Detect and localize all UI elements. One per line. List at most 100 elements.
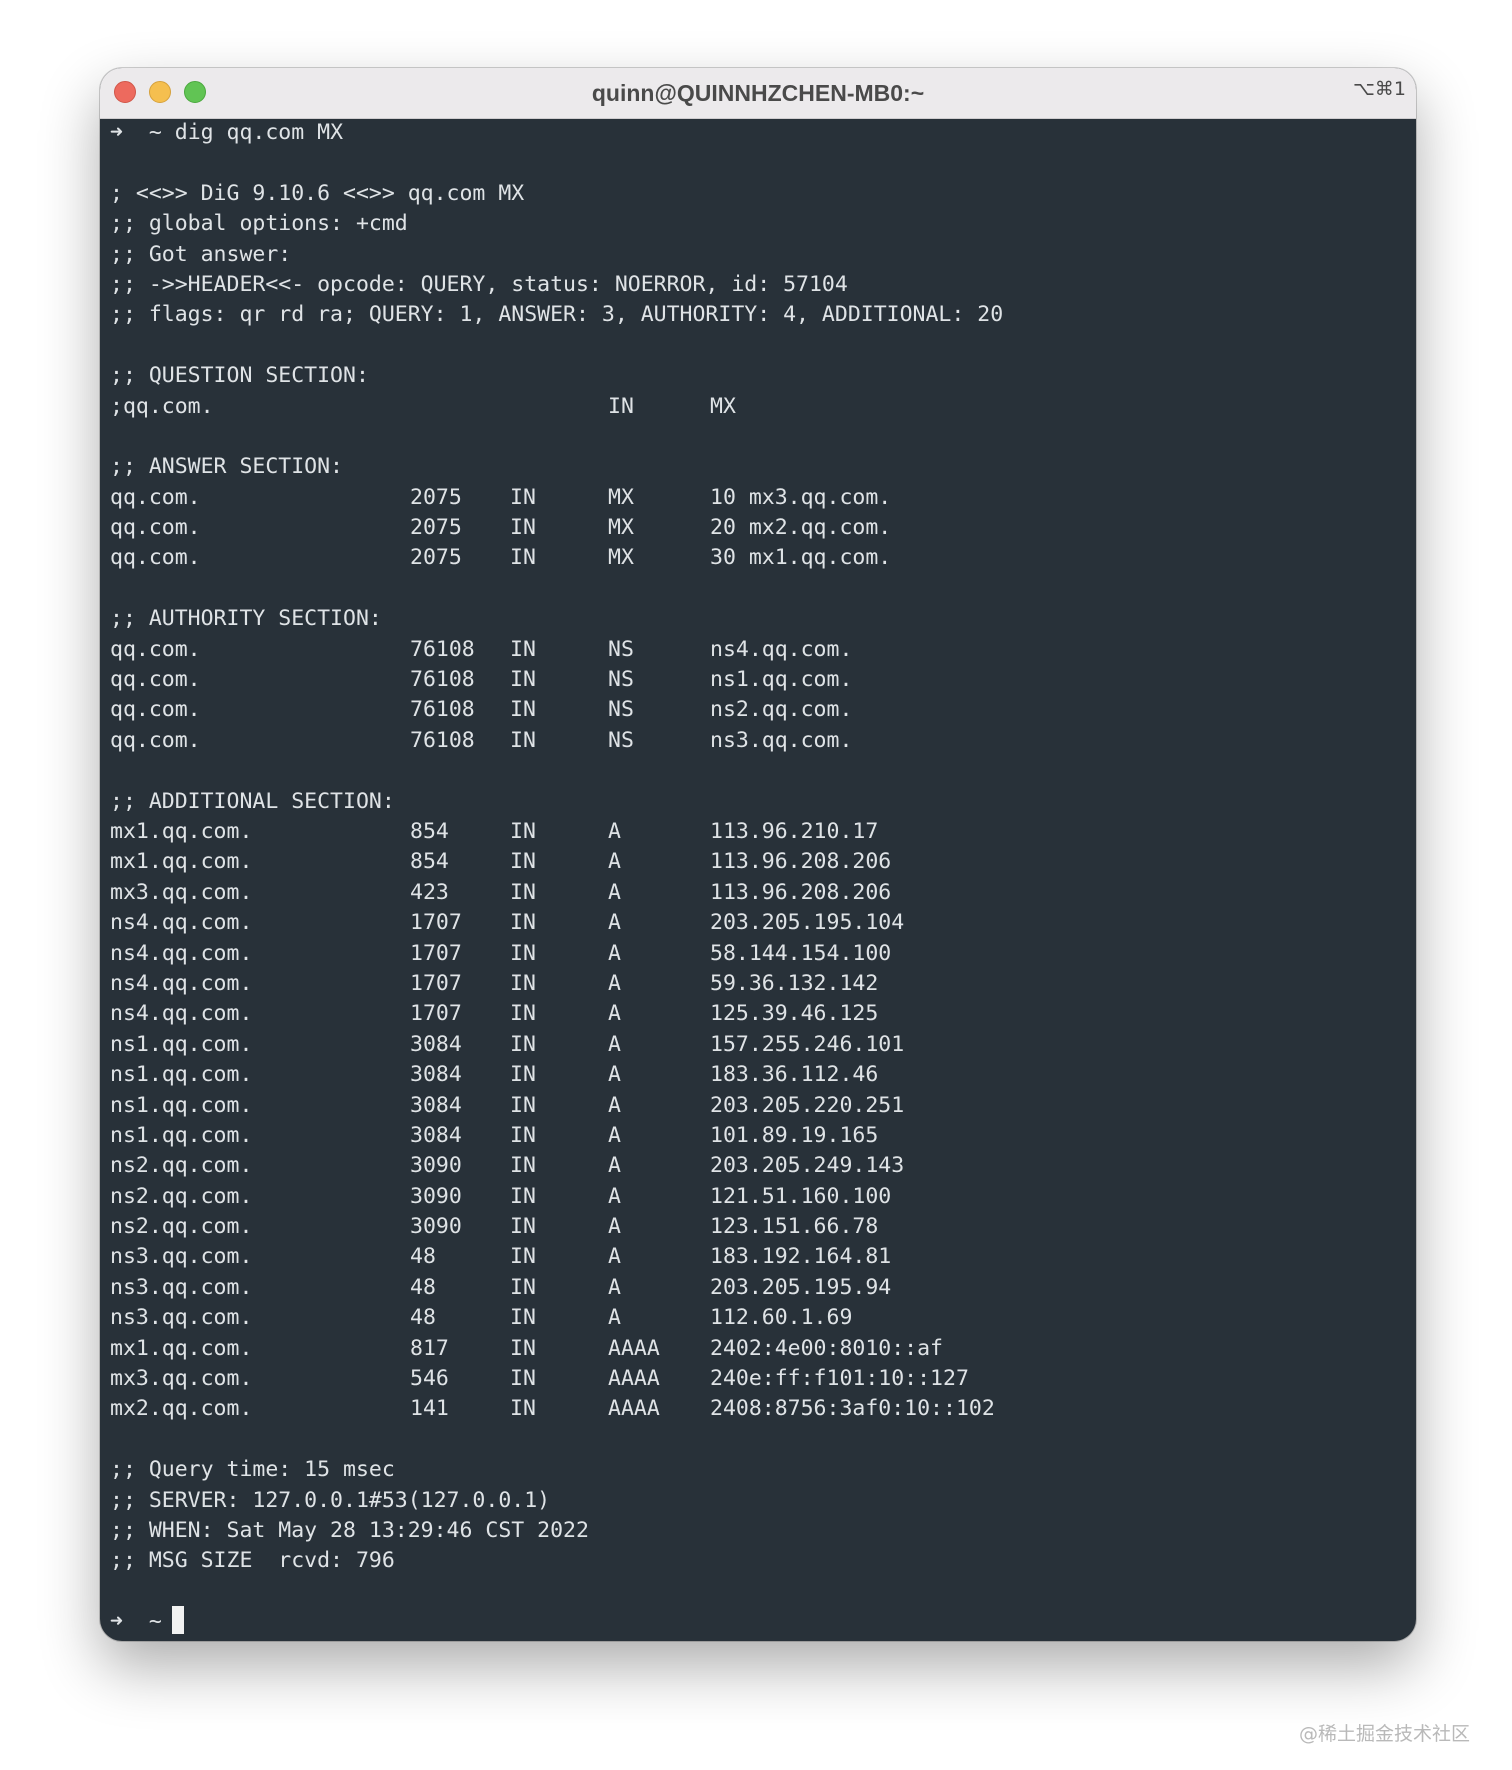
record-ttl: 3090: [410, 1214, 462, 1240]
record-ttl: 423: [410, 879, 449, 905]
record-type: A: [608, 1183, 621, 1209]
record-row: ns3.qq.com. 48 IN A 203.205.195.94: [110, 1273, 1406, 1303]
command-line: ➜ ~ dig qq.com MX: [110, 118, 1406, 148]
record-type: MX: [608, 545, 634, 571]
record-ttl: 2075: [410, 515, 462, 541]
record-name: ns3.qq.com.: [110, 1274, 253, 1300]
record-name: qq.com.: [110, 545, 201, 571]
record-name: ns1.qq.com.: [110, 1122, 253, 1148]
record-type: A: [608, 970, 621, 996]
footer-line: ;; SERVER: 127.0.0.1#53(127.0.0.1): [110, 1487, 551, 1513]
record-name: mx2.qq.com.: [110, 1396, 253, 1422]
record-class: IN: [510, 940, 536, 966]
record-ttl: 3084: [410, 1062, 462, 1088]
footer-line: ;; Query time: 15 msec: [110, 1457, 395, 1483]
record-name: qq.com.: [110, 636, 201, 662]
record-row: qq.com. 2075 IN MX 10 mx3.qq.com.: [110, 483, 1406, 513]
record-class: IN: [510, 1122, 536, 1148]
record-class: IN: [510, 484, 536, 510]
record-row: qq.com. 76108 IN NS ns3.qq.com.: [110, 726, 1406, 756]
record-ttl: 76108: [410, 727, 475, 753]
record-type: A: [608, 1122, 621, 1148]
record-ttl: 3090: [410, 1153, 462, 1179]
record-data: 203.205.220.251: [710, 1092, 905, 1118]
record-row: ns2.qq.com. 3090 IN A 123.151.66.78: [110, 1212, 1406, 1242]
record-ttl: 1707: [410, 1001, 462, 1027]
record-class: IN: [510, 1092, 536, 1118]
footer-line: ;; MSG SIZE rcvd: 796: [110, 1548, 395, 1574]
record-data: 2408:8756:3af0:10::102: [710, 1396, 995, 1422]
record-ttl: 1707: [410, 910, 462, 936]
header-line: ;; global options: +cmd: [110, 211, 408, 237]
record-name: mx1.qq.com.: [110, 818, 253, 844]
authority-records: qq.com. 76108 IN NS ns4.qq.com. qq.com. 76108 I…: [110, 635, 1406, 757]
record-name: ns4.qq.com.: [110, 1001, 253, 1027]
record-row: qq.com. 76108 IN NS ns4.qq.com.: [110, 635, 1406, 665]
record-name: mx3.qq.com.: [110, 879, 253, 905]
record-ttl: 854: [410, 818, 449, 844]
record-name: ns1.qq.com.: [110, 1062, 253, 1088]
record-class: IN: [510, 1305, 536, 1331]
watermark: @稀土掘金技术社区: [1298, 1723, 1470, 1745]
record-ttl: 817: [410, 1335, 449, 1361]
record-class: IN: [510, 1274, 536, 1300]
record-class: IN: [510, 1214, 536, 1240]
record-name: ns1.qq.com.: [110, 1092, 253, 1118]
record-row: mx3.qq.com. 423 IN A 113.96.208.206: [110, 878, 1406, 908]
record-class: IN: [510, 1001, 536, 1027]
authority-section-title: ;; AUTHORITY SECTION:: [110, 606, 382, 632]
record-ttl: 546: [410, 1366, 449, 1392]
record-ttl: 48: [410, 1305, 436, 1331]
record-name: qq.com.: [110, 697, 201, 723]
record-data: 183.192.164.81: [710, 1244, 892, 1270]
header-line: ; <<>> DiG 9.10.6 <<>> qq.com MX: [110, 180, 525, 206]
record-ttl: 3084: [410, 1092, 462, 1118]
terminal-output[interactable]: ➜ ~ dig qq.com MX ; <<>> DiG 9.10.6 <<>>…: [110, 118, 1406, 1641]
record-type: A: [608, 940, 621, 966]
record-class: IN: [510, 879, 536, 905]
record-data: 240e:ff:f101:10::127: [710, 1366, 969, 1392]
footer-line: ;; WHEN: Sat May 28 13:29:46 CST 2022: [110, 1517, 589, 1543]
record-row: ns4.qq.com. 1707 IN A 203.205.195.104: [110, 908, 1406, 938]
record-row: ns1.qq.com. 3084 IN A 101.89.19.165: [110, 1121, 1406, 1151]
record-ttl: 2075: [410, 545, 462, 571]
record-type: NS: [608, 697, 634, 723]
record-class: IN: [510, 1062, 536, 1088]
record-data: 183.36.112.46: [710, 1062, 879, 1088]
title-bar[interactable]: quinn@QUINNHZCHEN-MB0:~ ⌥⌘1: [100, 68, 1416, 119]
record-type: MX: [608, 515, 634, 541]
record-data: 121.51.160.100: [710, 1183, 892, 1209]
record-ttl: 3090: [410, 1183, 462, 1209]
record-row: qq.com. 2075 IN MX 30 mx1.qq.com.: [110, 543, 1406, 573]
record-class: IN: [510, 970, 536, 996]
question-name: ;qq.com.: [110, 393, 214, 419]
record-type: A: [608, 818, 621, 844]
header-line: ;; ->>HEADER<<- opcode: QUERY, status: N…: [110, 271, 848, 297]
record-type: AAAA: [608, 1366, 660, 1392]
additional-records: mx1.qq.com. 854 IN A 113.96.210.17 mx1.qq.com…: [110, 817, 1406, 1425]
header-block: ; <<>> DiG 9.10.6 <<>> qq.com MX ;; globa…: [110, 179, 1406, 331]
record-class: IN: [510, 697, 536, 723]
record-data: 113.96.210.17: [710, 818, 879, 844]
question-type: MX: [710, 393, 736, 419]
command-text: dig qq.com MX: [174, 120, 344, 145]
record-type: AAAA: [608, 1396, 660, 1422]
record-class: IN: [510, 1335, 536, 1361]
record-name: ns3.qq.com.: [110, 1305, 253, 1331]
record-ttl: 76108: [410, 697, 475, 723]
record-class: IN: [510, 545, 536, 571]
prompt-line[interactable]: ➜ ~: [110, 1606, 1406, 1637]
record-data: 30 mx1.qq.com.: [710, 545, 892, 571]
record-ttl: 76108: [410, 636, 475, 662]
record-row: ns1.qq.com. 3084 IN A 203.205.220.251: [110, 1091, 1406, 1121]
record-ttl: 1707: [410, 970, 462, 996]
record-row: ns2.qq.com. 3090 IN A 121.51.160.100: [110, 1182, 1406, 1212]
record-ttl: 1707: [410, 940, 462, 966]
record-type: NS: [608, 636, 634, 662]
record-class: IN: [510, 636, 536, 662]
record-type: A: [608, 1305, 621, 1331]
prompt-directory: ~: [148, 1609, 162, 1635]
